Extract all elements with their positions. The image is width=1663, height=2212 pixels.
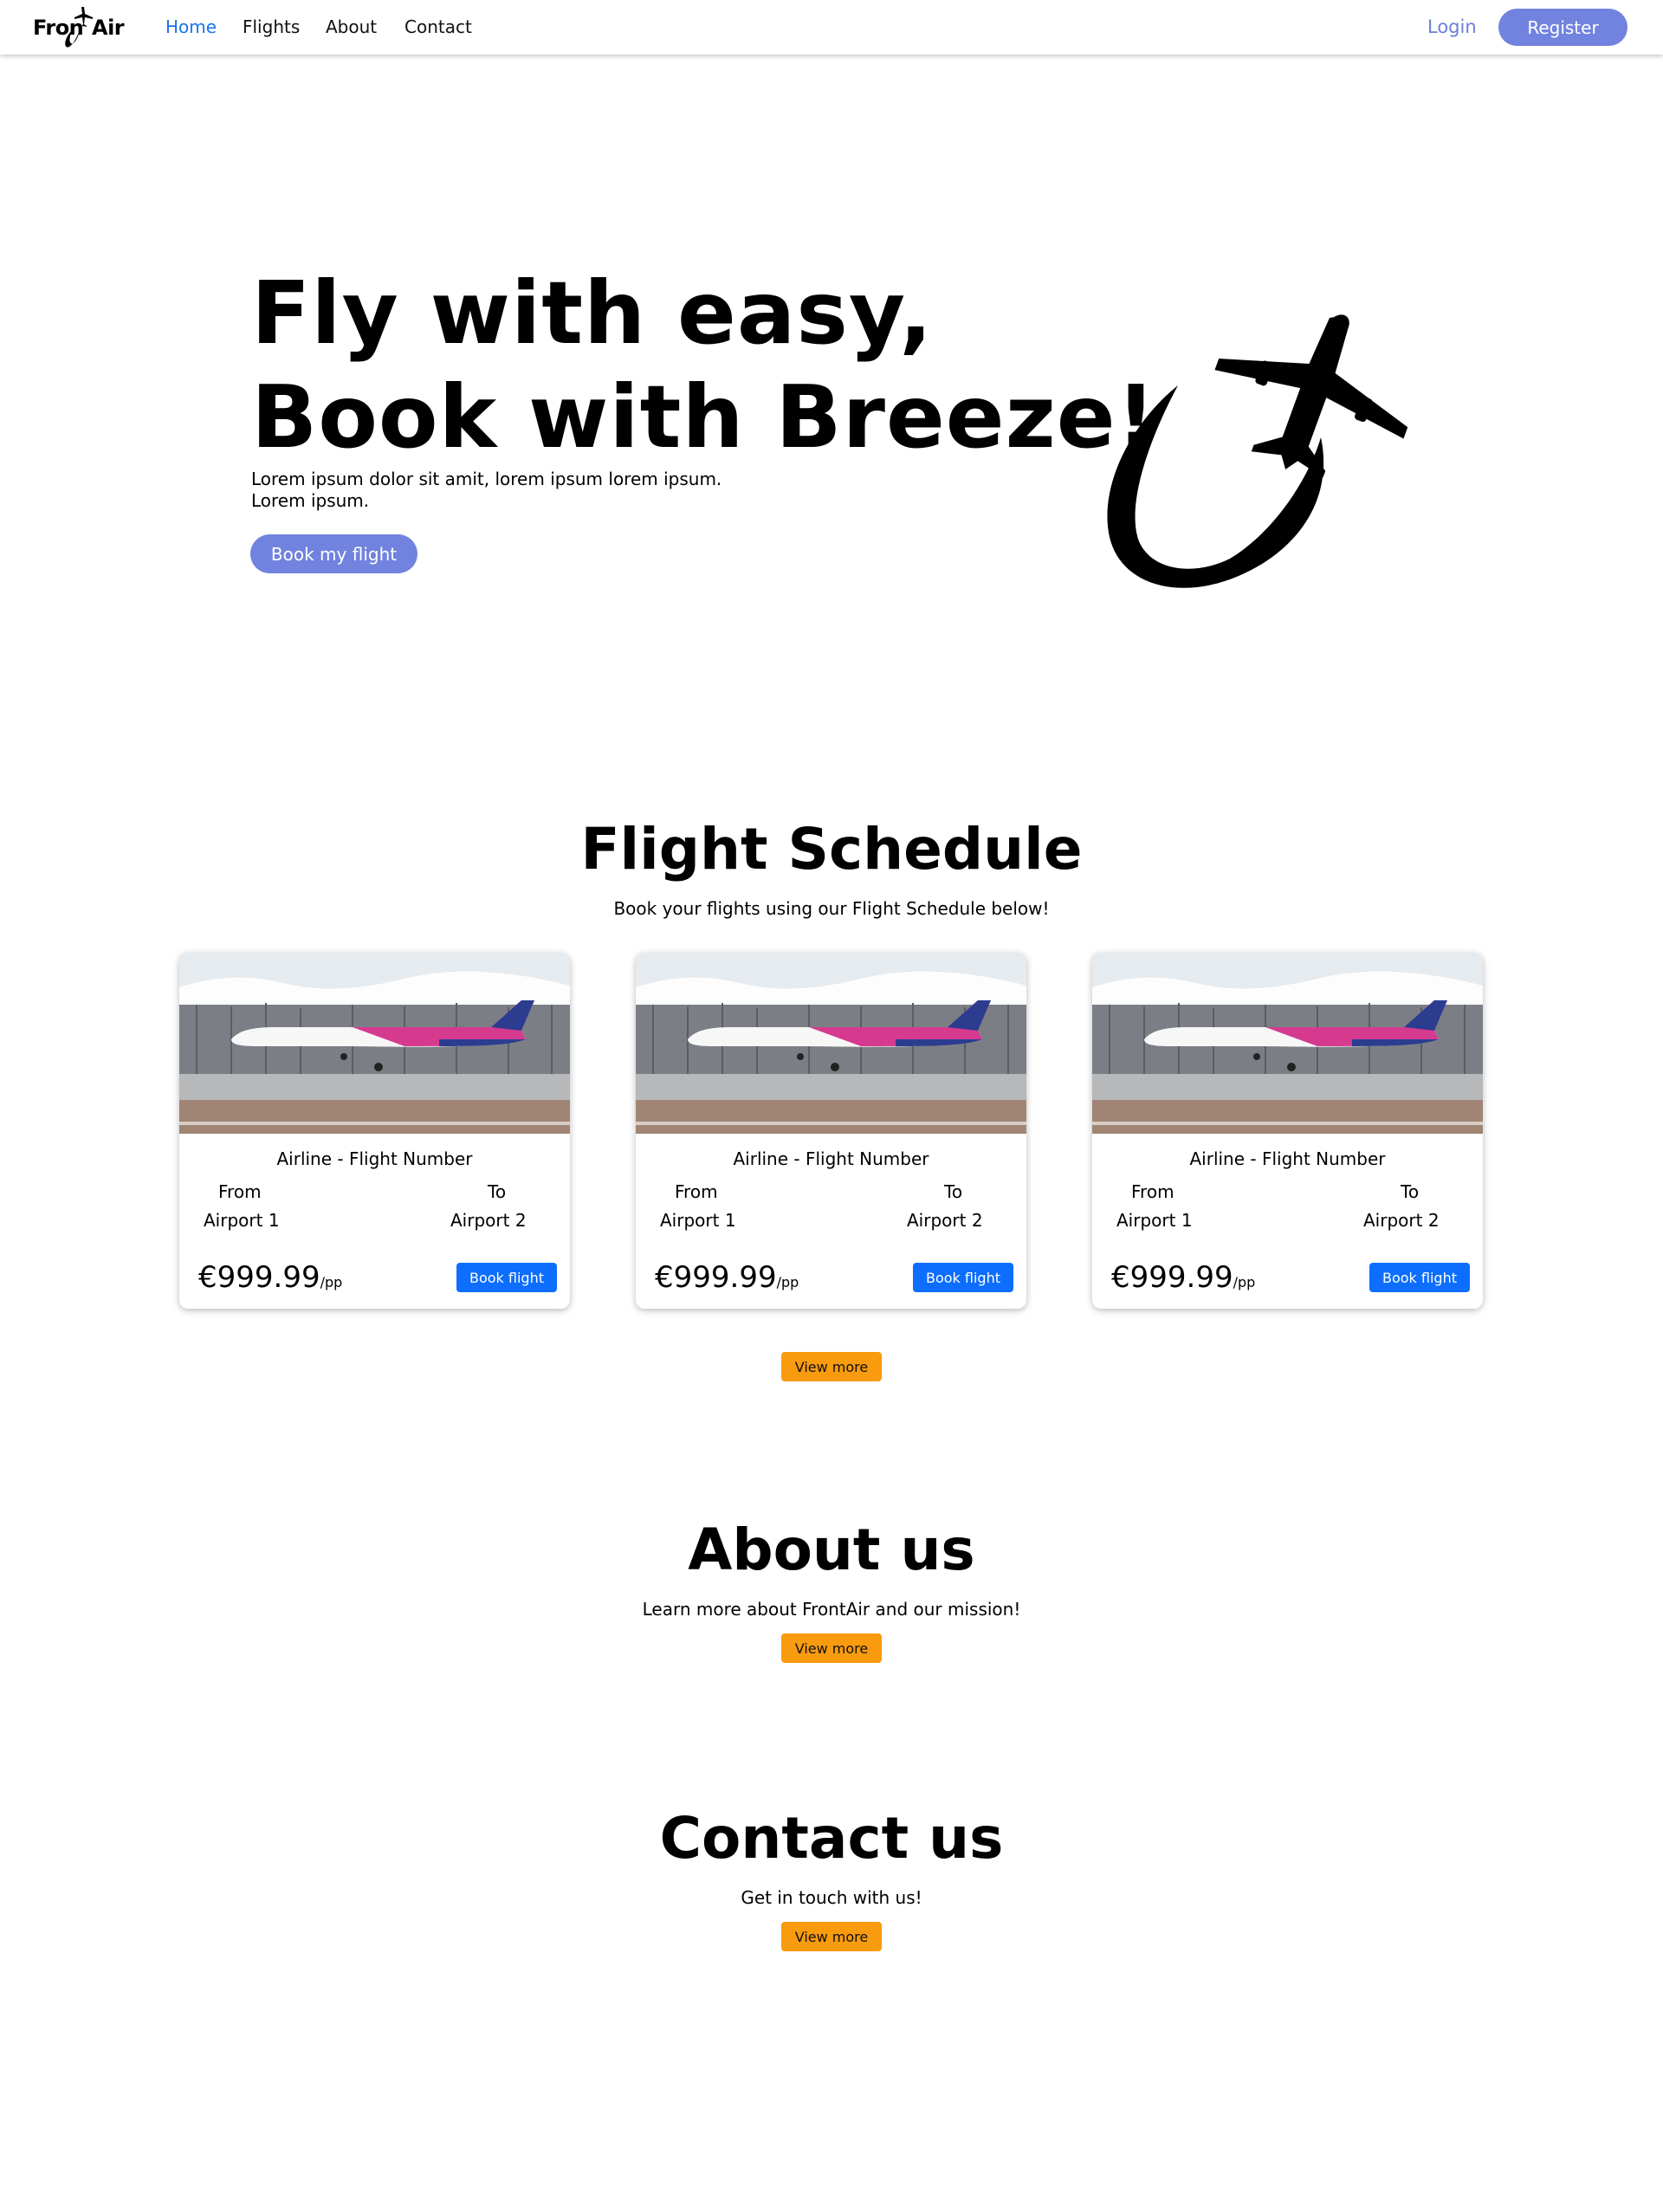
from-label: From bbox=[218, 1181, 262, 1202]
flight-card: Airline - Flight Number From To Airport … bbox=[1092, 953, 1483, 1309]
book-flight-button[interactable]: Book flight bbox=[456, 1263, 557, 1292]
nav-link-home[interactable]: Home bbox=[165, 16, 217, 37]
to-airport: Airport 2 bbox=[450, 1210, 527, 1231]
to-label: To bbox=[488, 1181, 507, 1202]
price-unit: /pp bbox=[320, 1274, 343, 1290]
schedule-subtitle: Book your flights using our Flight Sched… bbox=[613, 898, 1050, 919]
hero-subtitle-line2: Lorem ipsum. bbox=[251, 490, 370, 511]
price-unit: /pp bbox=[1233, 1274, 1256, 1290]
nav-link-contact[interactable]: Contact bbox=[404, 16, 472, 37]
to-airport: Airport 2 bbox=[1363, 1210, 1440, 1231]
nav-link-about[interactable]: About bbox=[326, 16, 377, 37]
to-airport: Airport 2 bbox=[907, 1210, 983, 1231]
contact-view-more-button[interactable]: View more bbox=[781, 1922, 882, 1951]
flight-card: Airline - Flight Number From To Airport … bbox=[636, 953, 1026, 1309]
price-value: €999.99 bbox=[655, 1260, 777, 1295]
contact-title: Contact us bbox=[659, 1805, 1004, 1872]
airplane-swoosh-icon bbox=[1107, 314, 1408, 588]
from-airport: Airport 1 bbox=[660, 1210, 736, 1231]
hero-subtitle: Lorem ipsum dolor sit amit, lorem ipsum … bbox=[251, 469, 736, 512]
hero-title: Fly with easy, Book with Breeze! bbox=[251, 262, 1156, 469]
flight-card: Airline - Flight Number From To Airport … bbox=[179, 953, 570, 1309]
flight-price: €999.99/pp bbox=[1111, 1260, 1255, 1295]
flight-card-title: Airline - Flight Number bbox=[276, 1148, 473, 1169]
price-unit: /pp bbox=[776, 1274, 799, 1290]
navbar: Fron Air Home Flights About Contact Logi… bbox=[0, 0, 1663, 55]
airplane-logo-icon bbox=[65, 7, 93, 48]
about-subtitle: Learn more about FrontAir and our missio… bbox=[642, 1599, 1021, 1620]
book-flight-button[interactable]: Book flight bbox=[1369, 1263, 1470, 1292]
to-label: To bbox=[1401, 1181, 1420, 1202]
about-title: About us bbox=[688, 1517, 975, 1583]
price-value: €999.99 bbox=[198, 1260, 320, 1295]
brand-logo[interactable]: Fron Air bbox=[31, 5, 128, 50]
book-my-flight-button[interactable]: Book my flight bbox=[250, 534, 417, 573]
schedule-title: Flight Schedule bbox=[580, 816, 1083, 883]
flight-price: €999.99/pp bbox=[198, 1260, 342, 1295]
from-label: From bbox=[1131, 1181, 1174, 1202]
book-flight-button[interactable]: Book flight bbox=[913, 1263, 1013, 1292]
hero-title-line2: Book with Breeze! bbox=[251, 366, 1157, 468]
schedule-view-more-button[interactable]: View more bbox=[781, 1352, 882, 1381]
flight-price: €999.99/pp bbox=[655, 1260, 799, 1295]
nav-link-flights[interactable]: Flights bbox=[243, 16, 300, 37]
price-value: €999.99 bbox=[1111, 1260, 1233, 1295]
from-label: From bbox=[675, 1181, 718, 1202]
about-view-more-button[interactable]: View more bbox=[781, 1633, 882, 1663]
logo-text-right: Air bbox=[92, 16, 125, 40]
airplane-photo bbox=[1092, 953, 1483, 1134]
register-button[interactable]: Register bbox=[1498, 9, 1627, 46]
to-label: To bbox=[944, 1181, 963, 1202]
from-airport: Airport 1 bbox=[204, 1210, 280, 1231]
contact-subtitle: Get in touch with us! bbox=[741, 1887, 922, 1908]
airplane-photo bbox=[636, 953, 1026, 1134]
hero-subtitle-line1: Lorem ipsum dolor sit amit, lorem ipsum … bbox=[251, 469, 722, 489]
airplane-photo bbox=[179, 953, 570, 1134]
hero-title-line1: Fly with easy, bbox=[251, 262, 934, 364]
flight-card-title: Airline - Flight Number bbox=[1189, 1148, 1386, 1169]
flight-card-title: Airline - Flight Number bbox=[733, 1148, 929, 1169]
login-link[interactable]: Login bbox=[1427, 16, 1477, 37]
from-airport: Airport 1 bbox=[1116, 1210, 1193, 1231]
